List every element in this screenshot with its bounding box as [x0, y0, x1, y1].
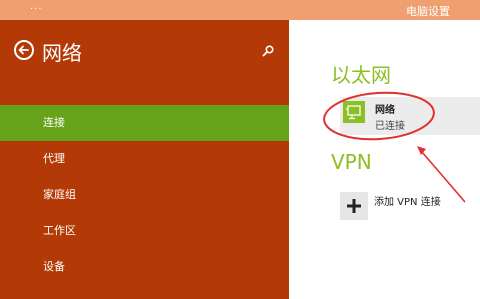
- plus-icon: [347, 199, 361, 213]
- sidebar-item-label: 工作区: [43, 224, 76, 237]
- window-menu-icon[interactable]: ...: [30, 1, 43, 12]
- sidebar-item-workplace[interactable]: 工作区: [0, 213, 289, 249]
- window-title: 电脑设置: [406, 5, 450, 18]
- sidebar-item-connections[interactable]: 连接: [0, 105, 289, 141]
- network-name: 网络: [375, 105, 395, 116]
- sidebar-item-label: 代理: [43, 152, 65, 165]
- title-bar: ... 电脑设置: [0, 0, 480, 20]
- add-vpn-label[interactable]: 添加 VPN 连接: [374, 193, 441, 208]
- add-vpn-button[interactable]: [340, 192, 368, 220]
- ethernet-header: 以太网: [331, 63, 391, 87]
- search-icon[interactable]: [262, 45, 274, 57]
- sidebar-item-proxy[interactable]: 代理: [0, 141, 289, 177]
- network-monitor-icon: [346, 105, 361, 120]
- vpn-header: VPN: [331, 150, 372, 174]
- sidebar-title: 网络: [42, 41, 82, 65]
- network-status: 已连接: [375, 121, 405, 132]
- back-button[interactable]: [14, 40, 34, 60]
- sidebar-item-label: 连接: [43, 116, 65, 129]
- sidebar-item-homegroup[interactable]: 家庭组: [0, 177, 289, 213]
- sidebar-item-label: 家庭组: [43, 188, 76, 201]
- network-icon-tile: [343, 101, 365, 123]
- back-icon: [18, 45, 29, 55]
- sidebar-item-label: 设备: [43, 260, 65, 273]
- sidebar-item-devices[interactable]: 设备: [0, 249, 289, 285]
